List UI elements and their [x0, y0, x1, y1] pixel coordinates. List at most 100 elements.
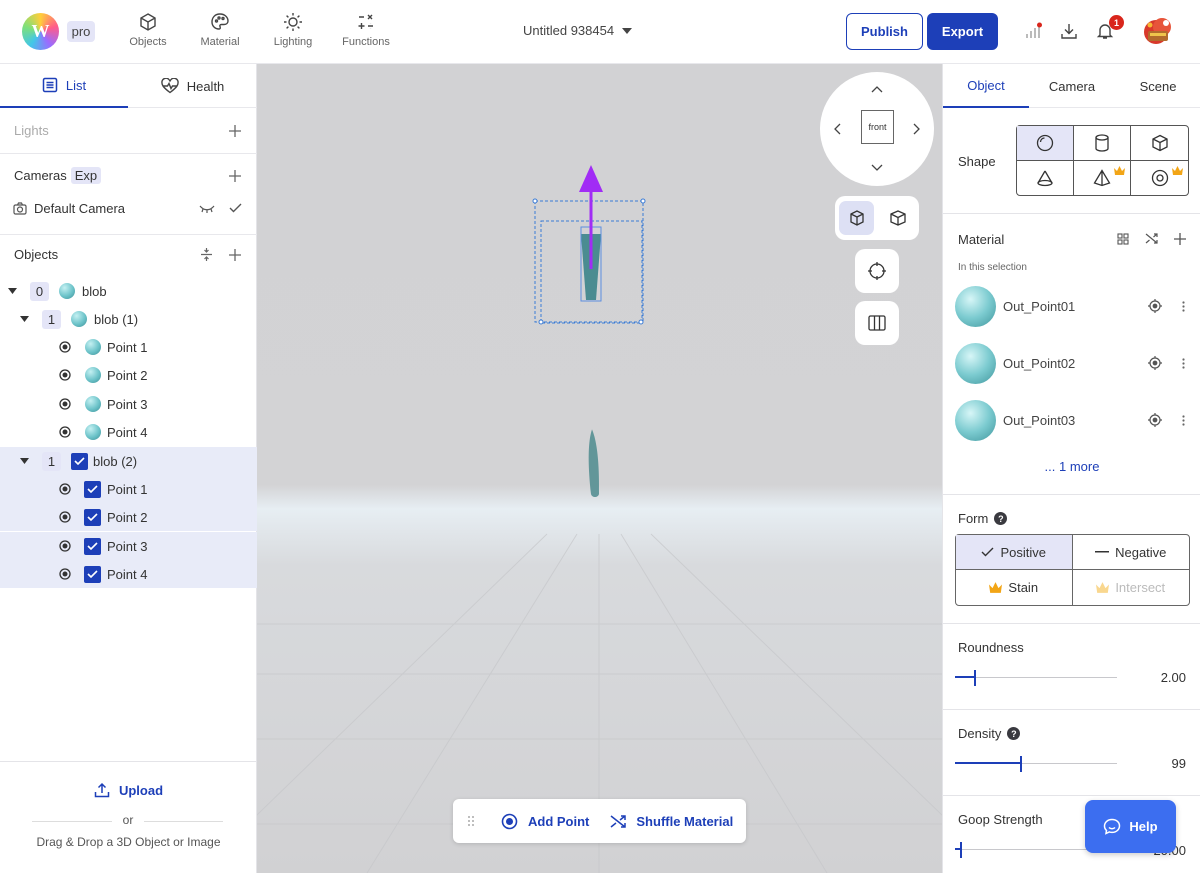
checkbox-checked[interactable]: [84, 537, 101, 555]
chevron-left-icon[interactable]: [834, 123, 841, 135]
locate-icon[interactable]: [1148, 356, 1162, 370]
chevron-right-icon[interactable]: [913, 123, 920, 135]
help-circle-icon[interactable]: ?: [1007, 727, 1021, 740]
checkbox-checked[interactable]: [84, 565, 101, 583]
form-positive[interactable]: Positive: [956, 535, 1073, 570]
scene-canvas[interactable]: [257, 64, 942, 873]
drag-handle-icon[interactable]: [467, 815, 475, 827]
caret-down-icon[interactable]: [20, 316, 29, 322]
upload-button[interactable]: Upload: [0, 782, 257, 798]
nav-material[interactable]: Material: [182, 12, 258, 54]
visibility-icon[interactable]: [59, 369, 71, 381]
publish-button[interactable]: Publish: [846, 13, 923, 50]
tab-scene[interactable]: Scene: [1115, 64, 1200, 108]
shape-pyramid[interactable]: [1074, 160, 1131, 195]
chevron-down-icon[interactable]: [871, 164, 883, 171]
material-item[interactable]: Out_Point03: [955, 398, 1189, 442]
visibility-icon[interactable]: [59, 540, 71, 552]
material-item[interactable]: Out_Point01: [955, 284, 1189, 328]
tree-row-point[interactable]: Point 1: [0, 475, 257, 503]
more-vertical-icon[interactable]: [1182, 300, 1185, 312]
arrow-up-icon[interactable]: [579, 165, 603, 192]
roundness-slider[interactable]: [955, 670, 1117, 686]
visibility-icon[interactable]: [59, 426, 71, 438]
visibility-icon[interactable]: [59, 483, 71, 495]
nav-lighting[interactable]: Lighting: [255, 12, 331, 54]
tab-camera[interactable]: Camera: [1029, 64, 1115, 108]
more-materials-link[interactable]: ... 1 more: [943, 459, 1200, 474]
roundness-value[interactable]: 2.00: [1161, 670, 1186, 685]
collapse-all-icon[interactable]: [200, 247, 213, 262]
tab-object[interactable]: Object: [943, 64, 1029, 108]
shape-cube[interactable]: [1131, 126, 1188, 161]
recenter-button[interactable]: [855, 249, 899, 293]
shape-sphere[interactable]: [1017, 126, 1074, 161]
shape-cone[interactable]: [1017, 160, 1074, 195]
shape-torus[interactable]: [1131, 161, 1188, 196]
orthographic-button[interactable]: [839, 201, 874, 235]
checkbox-checked[interactable]: [71, 452, 88, 470]
view-navigator[interactable]: front: [820, 72, 934, 186]
visibility-icon[interactable]: [59, 398, 71, 410]
tree-row-blob-1[interactable]: 1 blob (1): [0, 305, 257, 333]
more-vertical-icon[interactable]: [1182, 414, 1185, 426]
eye-closed-icon[interactable]: [199, 205, 215, 213]
check-icon[interactable]: [229, 203, 242, 213]
slider-handle[interactable]: [974, 670, 976, 686]
add-point-button[interactable]: Add Point: [501, 813, 589, 830]
tree-row-blob[interactable]: 0 blob: [0, 277, 257, 305]
density-value[interactable]: 99: [1172, 756, 1186, 771]
shuffle-icon[interactable]: [1145, 232, 1158, 245]
form-negative[interactable]: Negative: [1072, 535, 1189, 570]
split-view-button[interactable]: [855, 301, 899, 345]
material-item[interactable]: Out_Point02: [955, 341, 1189, 385]
tree-row-point[interactable]: Point 4: [0, 418, 257, 446]
add-object-icon[interactable]: [228, 248, 242, 262]
add-camera-icon[interactable]: [228, 169, 242, 183]
export-button[interactable]: Export: [927, 13, 998, 50]
tree-row-point[interactable]: Point 4: [0, 560, 257, 588]
default-camera-row[interactable]: Default Camera: [13, 201, 125, 216]
selected-blob[interactable]: [532, 165, 646, 325]
locate-icon[interactable]: [1148, 299, 1162, 313]
user-avatar[interactable]: [1140, 15, 1176, 47]
grid-view-icon[interactable]: [1117, 233, 1129, 245]
slider-handle[interactable]: [960, 842, 962, 858]
nav-objects[interactable]: Objects: [110, 12, 186, 54]
locate-icon[interactable]: [1148, 413, 1162, 427]
visibility-icon[interactable]: [59, 568, 71, 580]
add-material-icon[interactable]: [1173, 232, 1187, 246]
visibility-icon[interactable]: [59, 341, 71, 353]
3d-viewport[interactable]: front Add Point Shuffle Material: [257, 64, 942, 873]
caret-down-icon[interactable]: [20, 458, 29, 464]
upload-area[interactable]: Upload or Drag & Drop a 3D Object or Ima…: [0, 761, 257, 873]
download-icon[interactable]: [1058, 20, 1080, 42]
visibility-icon[interactable]: [59, 511, 71, 523]
checkbox-checked[interactable]: [84, 508, 101, 526]
tree-row-point[interactable]: Point 2: [0, 361, 257, 389]
signal-icon[interactable]: [1022, 20, 1044, 42]
help-circle-icon[interactable]: ?: [994, 512, 1008, 525]
form-intersect[interactable]: Intersect: [1073, 570, 1190, 605]
tree-row-point[interactable]: Point 2: [0, 503, 257, 531]
form-stain[interactable]: Stain: [956, 570, 1073, 605]
slider-handle[interactable]: [1020, 756, 1022, 772]
chevron-up-icon[interactable]: [871, 86, 883, 93]
shuffle-material-button[interactable]: Shuffle Material: [610, 814, 733, 829]
document-title-dropdown[interactable]: Untitled 938454: [523, 23, 633, 38]
density-slider[interactable]: [955, 756, 1117, 772]
perspective-button[interactable]: [880, 201, 915, 235]
tree-row-blob-2[interactable]: 1 blob (2): [0, 447, 257, 475]
tree-row-point[interactable]: Point 3: [0, 390, 257, 418]
caret-down-icon[interactable]: [8, 288, 17, 294]
app-logo[interactable]: W: [22, 13, 59, 50]
shape-cylinder[interactable]: [1074, 126, 1131, 161]
tab-health[interactable]: Health: [128, 64, 257, 108]
add-light-icon[interactable]: [228, 124, 242, 138]
tree-row-point[interactable]: Point 1: [0, 333, 257, 361]
tree-row-point[interactable]: Point 3: [0, 532, 257, 560]
tab-list[interactable]: List: [0, 64, 128, 108]
help-button[interactable]: Help: [1085, 800, 1176, 853]
checkbox-checked[interactable]: [84, 480, 101, 498]
view-face-label[interactable]: front: [861, 110, 894, 144]
